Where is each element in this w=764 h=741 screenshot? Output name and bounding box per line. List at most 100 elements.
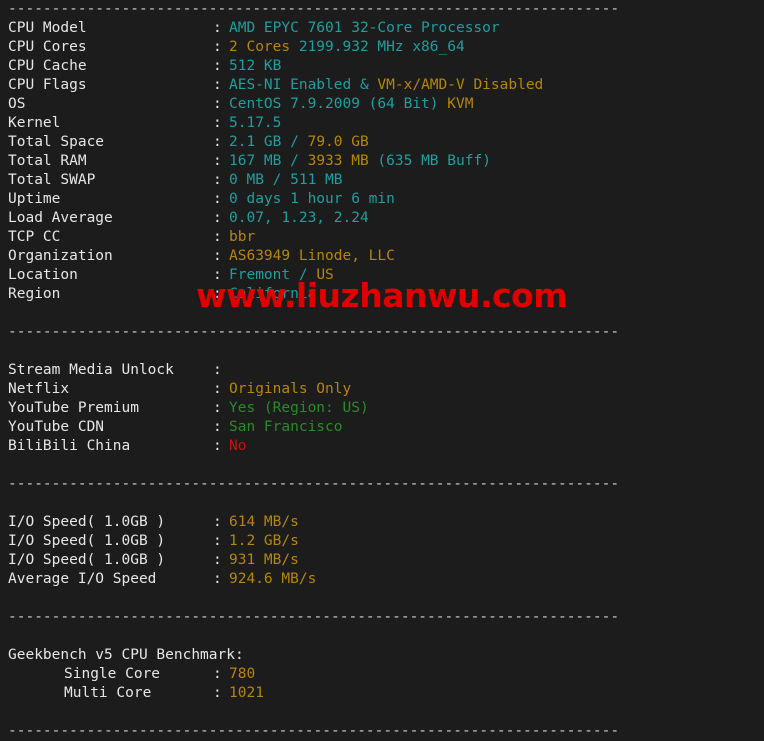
separator-dashes: ----------------------------------------…: [8, 609, 620, 625]
row-colon: :: [213, 58, 222, 74]
info-row: OS: CentOS 7.9.2009 (64 Bit) KVM: [0, 95, 764, 114]
info-row: CPU Model: AMD EPYC 7601 32-Core Processo…: [0, 19, 764, 38]
section-heading-geekbench: Geekbench v5 CPU Benchmark:: [8, 647, 244, 663]
row-label: Kernel: [8, 115, 61, 131]
row-value: KVM: [447, 96, 474, 112]
row-label: CPU Cores: [8, 39, 87, 55]
row-label: CPU Cache: [8, 58, 87, 74]
terminal-output: ----------------------------------------…: [0, 0, 764, 739]
row-value: Yes (Region: US): [229, 400, 369, 416]
row-colon: :: [213, 419, 222, 435]
row-colon: :: [213, 210, 222, 226]
row-value: 3933 MB: [307, 153, 369, 169]
row-value: 0 days 1 hour 6 min: [229, 191, 395, 207]
row-value: California: [229, 286, 317, 302]
row-value: 0 MB / 511 MB: [229, 172, 343, 188]
info-row: Total RAM:167 MB / 3933 MB (635 MB Buff): [0, 152, 764, 171]
separator-dashes: ----------------------------------------…: [8, 324, 620, 340]
info-row: CPU Flags: AES-NI Enabled & VM-x/AMD-V Di…: [0, 76, 764, 95]
row-label: I/O Speed( 1.0GB ): [8, 552, 166, 568]
row-value: 5.17.5: [229, 115, 282, 131]
info-row: I/O Speed( 1.0GB ):931 MB/s: [0, 551, 764, 570]
row-label: Multi Core: [64, 685, 152, 701]
info-row: Kernel:5.17.5: [0, 114, 764, 133]
terminal-content: ----------------------------------------…: [0, 0, 764, 741]
separator-top: ----------------------------------------…: [0, 0, 764, 19]
row-value: CentOS 7.9.2009 (64 Bit): [229, 96, 448, 112]
row-colon: :: [213, 267, 222, 283]
separator-after-io-speed: ----------------------------------------…: [0, 608, 764, 627]
separator-after-geekbench: ----------------------------------------…: [0, 722, 764, 741]
row-value: 0.07, 1.23, 2.24: [229, 210, 369, 226]
row-value: 2 Cores: [229, 39, 291, 55]
row-colon: :: [213, 533, 222, 549]
row-value: No: [229, 438, 247, 454]
info-row: Uptime:0 days 1 hour 6 min: [0, 190, 764, 209]
separator-dashes: ----------------------------------------…: [8, 723, 620, 739]
row-label: Region: [8, 286, 61, 302]
row-label: OS: [8, 96, 26, 112]
info-row: Multi Core:1021: [0, 684, 764, 703]
row-value: &: [351, 77, 378, 93]
row-value: 1021: [229, 685, 264, 701]
row-value: 614 MB/s: [229, 514, 299, 530]
row-label: BiliBili China: [8, 438, 131, 454]
separator-after-stream-media-unlock: ----------------------------------------…: [0, 475, 764, 494]
row-value: 2199.932 MHz x86_64: [290, 39, 465, 55]
info-row: BiliBili China: No: [0, 437, 764, 456]
row-colon: :: [213, 172, 222, 188]
row-label: Netflix: [8, 381, 70, 397]
row-colon: :: [213, 381, 222, 397]
separator-dashes: ----------------------------------------…: [8, 476, 620, 492]
row-colon: :: [213, 286, 222, 302]
row-value: 2.1 GB: [229, 134, 282, 150]
row-value: bbr: [229, 229, 256, 245]
row-colon: :: [213, 39, 222, 55]
row-label: Total RAM: [8, 153, 87, 169]
row-value: 780: [229, 666, 256, 682]
row-label: YouTube Premium: [8, 400, 139, 416]
info-row: CPU Cores:2 Cores 2199.932 MHz x86_64: [0, 38, 764, 57]
info-row: Total SWAP:0 MB / 511 MB: [0, 171, 764, 190]
row-value: AES-NI Enabled: [229, 77, 352, 93]
row-value: US: [316, 267, 334, 283]
row-colon: :: [213, 191, 222, 207]
row-value: (635 MB Buff): [368, 153, 491, 169]
row-colon: :: [213, 134, 222, 150]
row-colon: :: [213, 514, 222, 530]
row-colon: :: [213, 438, 222, 454]
row-label: Average I/O Speed: [8, 571, 157, 587]
row-colon: :: [213, 77, 222, 93]
info-row: I/O Speed( 1.0GB ):614 MB/s: [0, 513, 764, 532]
row-colon: :: [213, 571, 222, 587]
row-colon: :: [213, 248, 222, 264]
row-label: CPU Flags: [8, 77, 87, 93]
row-colon: :: [213, 115, 222, 131]
row-label: Stream Media Unlock: [8, 362, 174, 378]
row-value: AS63949 Linode, LLC: [229, 248, 395, 264]
row-value: 79.0 GB: [307, 134, 369, 150]
row-label: Total Space: [8, 134, 105, 150]
row-value: 512 KB: [229, 58, 282, 74]
row-colon: :: [213, 400, 222, 416]
row-value: AMD EPYC 7601 32-Core Processor: [229, 20, 500, 36]
row-colon: :: [213, 362, 222, 378]
info-row: Total Space:2.1 GB / 79.0 GB: [0, 133, 764, 152]
row-colon: :: [213, 666, 222, 682]
row-label: YouTube CDN: [8, 419, 105, 435]
row-label: Total SWAP: [8, 172, 96, 188]
separator-after-system-info: ----------------------------------------…: [0, 323, 764, 342]
row-label: Uptime: [8, 191, 61, 207]
info-row: Location: Fremont / US: [0, 266, 764, 285]
row-value: 167 MB: [229, 153, 282, 169]
row-value: Fremont: [229, 267, 291, 283]
info-row: TCP CC: bbr: [0, 228, 764, 247]
row-colon: :: [213, 229, 222, 245]
row-label: Single Core: [64, 666, 161, 682]
row-value: /: [290, 267, 317, 283]
row-value: 1.2 GB/s: [229, 533, 299, 549]
